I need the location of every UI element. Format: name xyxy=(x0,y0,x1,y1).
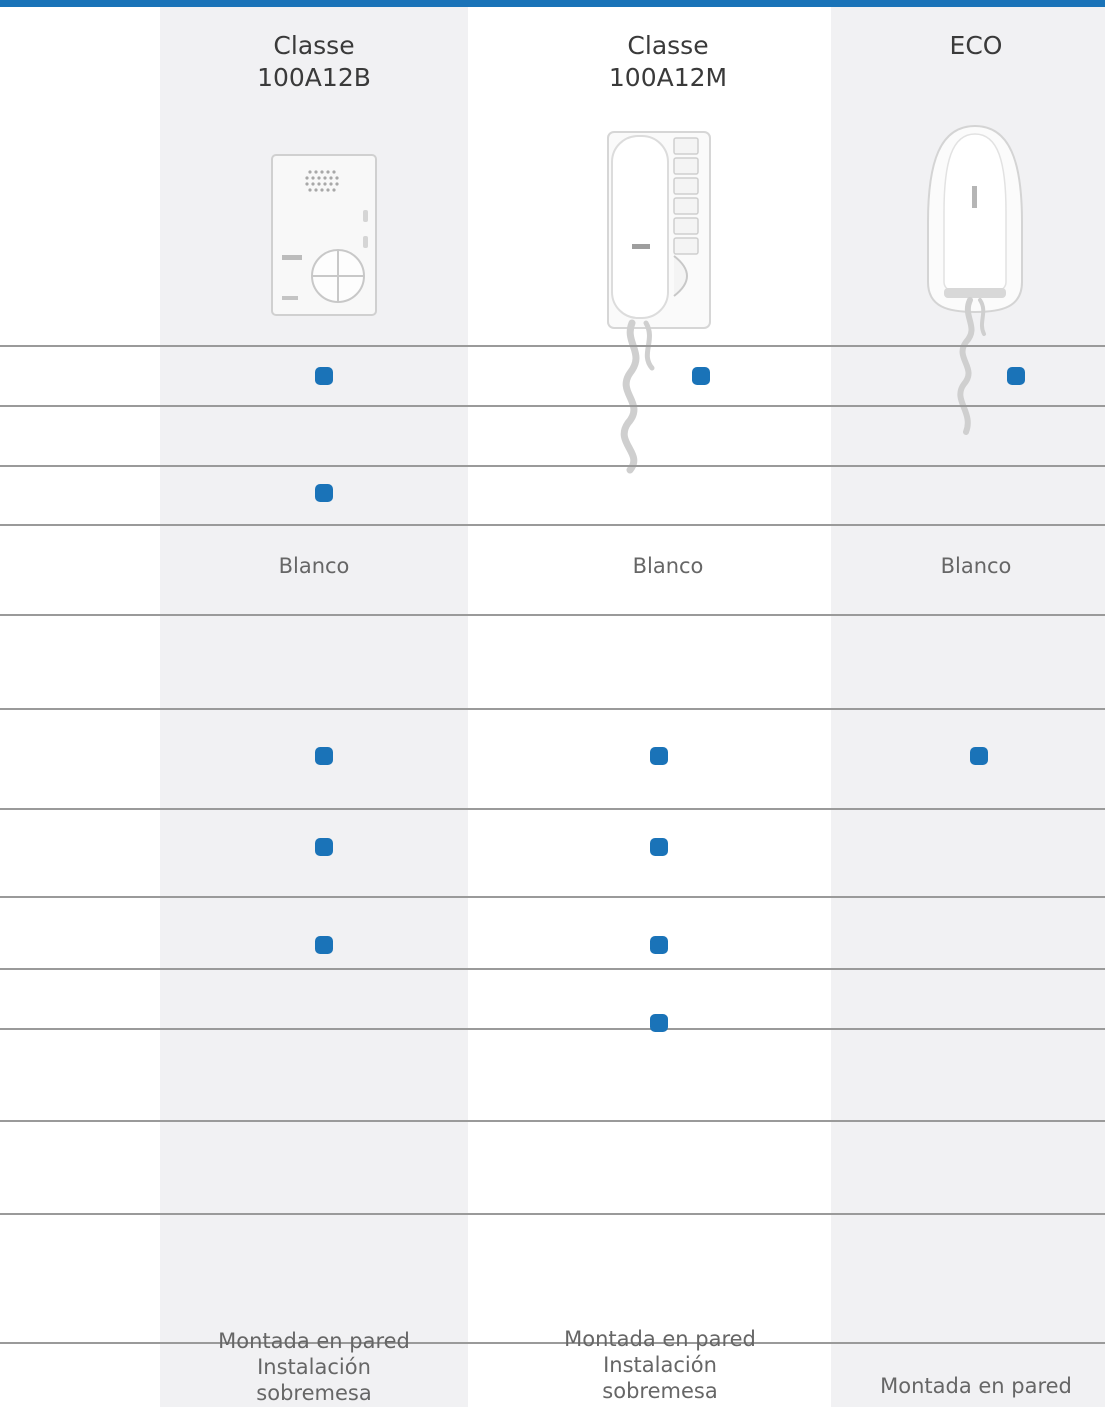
row-divider xyxy=(0,1120,1105,1122)
feature-check-mark xyxy=(315,367,333,385)
row-divider xyxy=(0,1028,1105,1030)
feature-check-mark xyxy=(650,936,668,954)
row-divider xyxy=(0,614,1105,616)
feature-check-mark xyxy=(315,936,333,954)
row-divider xyxy=(0,405,1105,407)
installation-line: sobremesa xyxy=(256,1381,372,1405)
installation-100A12M: Montada en pared Instalación sobremesa xyxy=(506,1326,814,1404)
intercom-100A12M-image xyxy=(607,131,711,474)
intercom-100A12B-image xyxy=(271,154,377,316)
feature-check-mark xyxy=(650,1014,668,1032)
row-divider xyxy=(0,1213,1105,1215)
color-value-eco: Blanco xyxy=(940,554,1012,578)
installation-line: Montada en pared xyxy=(564,1327,756,1351)
installation-line: Instalación xyxy=(257,1355,371,1379)
installation-line: Montada en pared xyxy=(880,1374,1072,1398)
feature-check-mark xyxy=(650,838,668,856)
column-header-100A12B: Classe 100A12B xyxy=(160,30,468,94)
color-value-100A12B: Blanco xyxy=(278,554,350,578)
column-title-line1: Classe xyxy=(273,31,355,60)
feature-check-mark xyxy=(692,367,710,385)
feature-check-mark xyxy=(1007,367,1025,385)
column-title-line1: Classe xyxy=(627,31,709,60)
feature-check-mark xyxy=(650,747,668,765)
row-divider xyxy=(0,808,1105,810)
column-header-eco: ECO xyxy=(831,30,1105,62)
row-divider xyxy=(0,708,1105,710)
feature-check-mark xyxy=(315,747,333,765)
installation-eco: Montada en pared xyxy=(831,1373,1105,1399)
column-title-line2: 100A12M xyxy=(608,63,728,92)
row-divider xyxy=(0,465,1105,467)
feature-check-mark xyxy=(315,838,333,856)
top-accent-bar xyxy=(0,0,1105,7)
installation-line: sobremesa xyxy=(602,1379,718,1403)
row-divider xyxy=(0,345,1105,347)
feature-check-mark xyxy=(315,484,333,502)
intercom-eco-image xyxy=(927,124,1023,435)
row-divider xyxy=(0,524,1105,526)
row-divider xyxy=(0,896,1105,898)
feature-check-mark xyxy=(970,747,988,765)
installation-line: Montada en pared xyxy=(218,1329,410,1353)
column-title-line1: ECO xyxy=(949,31,1003,60)
column-title-line2: 100A12B xyxy=(257,63,371,92)
column-header-100A12M: Classe 100A12M xyxy=(514,30,822,94)
color-value-100A12M: Blanco xyxy=(632,554,704,578)
installation-line: Instalación xyxy=(603,1353,717,1377)
installation-100A12B: Montada en pared Instalación sobremesa xyxy=(160,1328,468,1406)
row-divider xyxy=(0,968,1105,970)
